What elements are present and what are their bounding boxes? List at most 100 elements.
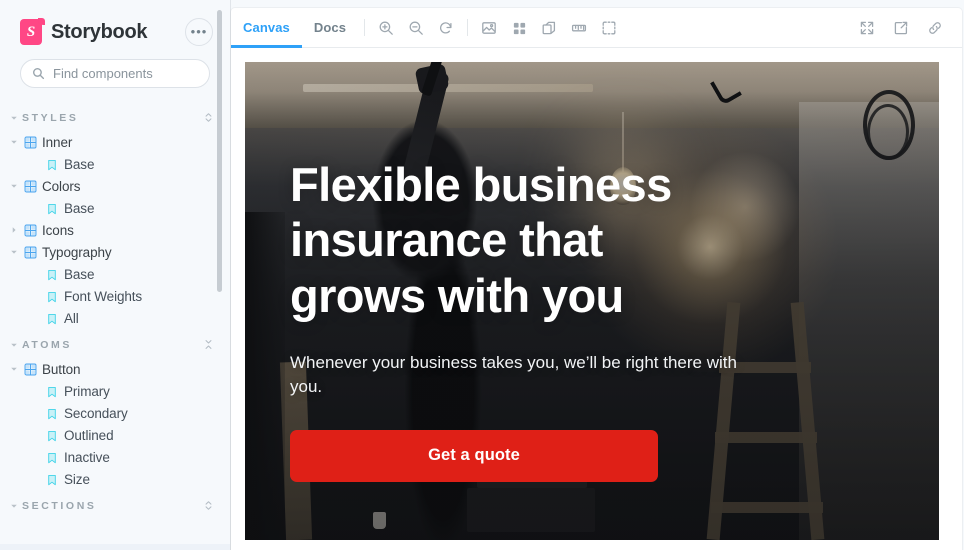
sidebar-section-label: STYLES — [22, 112, 79, 124]
sidebar-section-sections[interactable]: SECTIONS — [0, 493, 230, 519]
sidebar-scrollbar[interactable] — [217, 10, 222, 292]
sidebar-section-atoms[interactable]: ATOMS — [0, 332, 230, 358]
toolbar-left-group: Canvas Docs — [231, 8, 852, 48]
storybook-app: S Storybook ••• / STYLES Inner Base Colors B… — [0, 0, 964, 550]
background-icon[interactable] — [475, 14, 503, 42]
sidebar-more-button[interactable]: ••• — [185, 18, 213, 46]
preview-panel: Canvas Docs Flexible business insurance … — [231, 8, 962, 550]
component-tree: STYLES Inner Base Colors Base Icons Typography… — [0, 88, 230, 519]
search-container: / — [0, 46, 230, 88]
tree-story-font-weights[interactable]: Font Weights — [0, 285, 230, 307]
collapse-all-icon[interactable] — [202, 338, 216, 352]
fullscreen-icon[interactable] — [853, 14, 881, 42]
tree-component-button[interactable]: Button — [0, 358, 230, 380]
tab-docs[interactable]: Docs — [302, 8, 358, 47]
grid-icon[interactable] — [505, 14, 533, 42]
tree-item-label: Base — [64, 200, 95, 216]
tree-story-base[interactable]: Base — [0, 197, 230, 219]
hero-subtitle: Whenever your business takes you, we’ll … — [290, 353, 737, 397]
sidebar-section-label: ATOMS — [22, 339, 72, 351]
story-icon — [46, 385, 59, 398]
toolbar-divider-1 — [364, 19, 366, 36]
component-icon — [24, 136, 37, 149]
story-icon — [46, 473, 59, 486]
sidebar-header: S Storybook ••• — [0, 0, 230, 46]
search-input[interactable] — [53, 66, 229, 81]
tree-story-size[interactable]: Size — [0, 468, 230, 490]
chevron-down-icon[interactable] — [9, 364, 19, 374]
brand[interactable]: S Storybook — [20, 19, 148, 45]
more-dots-icon: ••• — [190, 24, 208, 40]
hero-section: Flexible business insurance that grows w… — [245, 62, 939, 540]
tree-story-base[interactable]: Base — [0, 153, 230, 175]
tree-item-label: Base — [64, 266, 95, 282]
tree-item-label: Base — [64, 156, 95, 172]
tree-item-label: Inactive — [64, 449, 110, 465]
story-icon — [46, 202, 59, 215]
zoom-reset-icon[interactable] — [432, 14, 460, 42]
hero-title: Flexible business insurance that grows w… — [290, 158, 672, 322]
sidebar-section-label: SECTIONS — [22, 500, 97, 512]
tree-item-label: All — [64, 310, 79, 326]
tree-item-label: Font Weights — [64, 288, 143, 304]
expand-collapse-icon[interactable] — [202, 499, 216, 513]
chevron-right-icon[interactable] — [9, 225, 19, 235]
tree-item-label: Size — [64, 471, 90, 487]
story-icon — [46, 451, 59, 464]
zoom-out-icon[interactable] — [402, 14, 430, 42]
toolbar-divider-2 — [467, 19, 469, 36]
chevron-down-icon[interactable] — [9, 247, 19, 257]
brand-name: Storybook — [51, 20, 148, 43]
tree-story-inactive[interactable]: Inactive — [0, 446, 230, 468]
chevron-down-icon[interactable] — [9, 137, 19, 147]
tree-item-label: Colors — [42, 178, 81, 194]
selection-icon[interactable] — [595, 14, 623, 42]
tree-item-label: Outlined — [64, 427, 114, 443]
sidebar-section-styles[interactable]: STYLES — [0, 105, 230, 131]
outline-icon[interactable] — [535, 14, 563, 42]
chevron-down-icon — [9, 501, 19, 511]
tree-story-primary[interactable]: Primary — [0, 380, 230, 402]
get-a-quote-button[interactable]: Get a quote — [290, 429, 658, 482]
hero-content: Flexible business insurance that grows w… — [290, 157, 810, 482]
story-icon — [46, 429, 59, 442]
main-area: Canvas Docs Flexible business insurance … — [231, 0, 964, 550]
story-icon — [46, 407, 59, 420]
tree-item-label: Secondary — [64, 405, 128, 421]
chevron-down-icon — [9, 340, 19, 350]
tree-component-typography[interactable]: Typography — [0, 241, 230, 263]
tree-item-label: Icons — [42, 222, 74, 238]
component-icon — [24, 180, 37, 193]
zoom-in-icon[interactable] — [372, 14, 400, 42]
tab-canvas[interactable]: Canvas — [231, 8, 302, 48]
tree-story-secondary[interactable]: Secondary — [0, 402, 230, 424]
tree-component-icons[interactable]: Icons — [0, 219, 230, 241]
toolbar-right-group — [852, 8, 954, 47]
copy-link-icon[interactable] — [921, 14, 949, 42]
sidebar: S Storybook ••• / STYLES Inner Base Colors B… — [0, 0, 231, 550]
tree-story-base[interactable]: Base — [0, 263, 230, 285]
storybook-logo-icon: S — [20, 19, 42, 45]
search-box[interactable]: / — [20, 59, 229, 88]
tree-item-label: Typography — [42, 244, 112, 260]
tree-story-all[interactable]: All — [0, 307, 230, 329]
search-icon — [32, 67, 45, 80]
tree-story-outlined[interactable]: Outlined — [0, 424, 230, 446]
tree-component-colors[interactable]: Colors — [0, 175, 230, 197]
component-icon — [24, 246, 37, 259]
component-icon — [24, 224, 37, 237]
tree-component-inner[interactable]: Inner — [0, 131, 230, 153]
tree-item-label: Button — [42, 361, 81, 377]
sidebar-bottom-strip — [0, 544, 230, 550]
component-icon — [24, 363, 37, 376]
chevron-down-icon — [9, 113, 19, 123]
logo-letter: S — [26, 23, 36, 40]
chevron-down-icon[interactable] — [9, 181, 19, 191]
story-icon — [46, 158, 59, 171]
expand-collapse-icon[interactable] — [202, 111, 216, 125]
open-new-tab-icon[interactable] — [887, 14, 915, 42]
story-icon — [46, 268, 59, 281]
measure-icon[interactable] — [565, 14, 593, 42]
tree-item-label: Primary — [64, 383, 110, 399]
story-icon — [46, 312, 59, 325]
